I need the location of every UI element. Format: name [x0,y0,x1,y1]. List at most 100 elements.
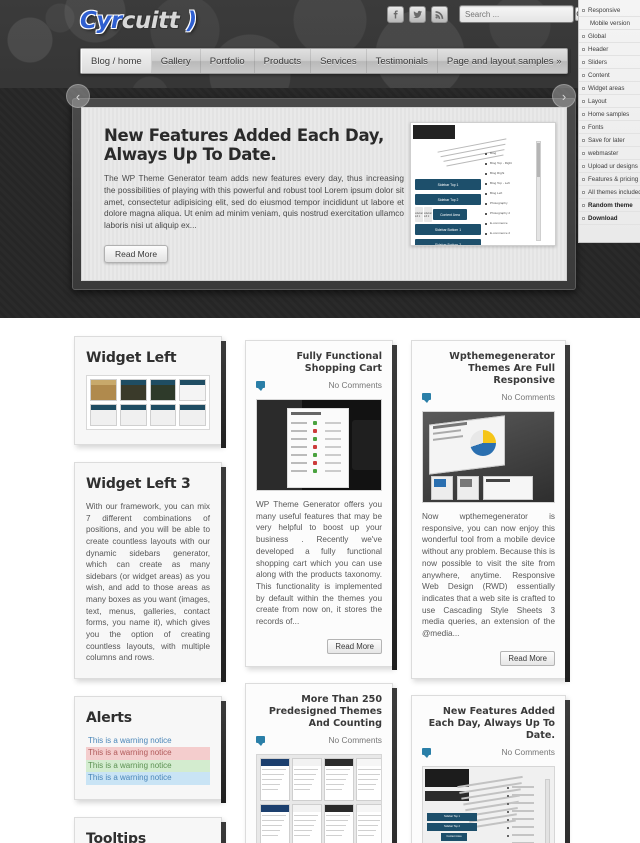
search-box[interactable] [459,5,586,23]
facebook-icon[interactable] [387,5,404,23]
sidebar-item-download[interactable]: Download [579,212,640,225]
sidebar-item-header[interactable]: Header [579,43,640,56]
expand-box-icon [582,190,585,194]
sidebar-item-mobile-version[interactable]: Mobile version [579,17,640,30]
mock-theme-line [358,783,376,786]
post-title[interactable]: Wpthemegenerator Themes Are Full Respons… [422,351,555,387]
mock-theme-line [326,788,342,791]
slider-prev-arrow[interactable]: ‹ [66,84,90,108]
thumbnail-item[interactable] [179,379,206,401]
post-title[interactable]: Fully Functional Shopping Cart [256,351,382,375]
sidebar-item-label: Save for later [588,136,625,144]
sidebar-item-global[interactable]: Global [579,30,640,43]
sidebar-item-label: Global [588,32,606,40]
sidebar-item-random-theme[interactable]: Random theme [579,199,640,212]
mock-menu-label [512,833,534,836]
sidebar-item-label: Fonts [588,123,604,131]
mock-theme-line [294,788,310,791]
sidebar-item-label: Sliders [588,58,607,66]
twitter-icon[interactable] [409,5,426,23]
mock-sidebar-tile: Sidebar Top 2 [415,194,481,205]
sidebar-item-layout[interactable]: Layout [579,95,640,108]
thumbnail-item[interactable] [119,379,147,401]
nav-item-page-and-layout-samples[interactable]: Page and layout samples » [438,49,572,73]
post-comment-count[interactable]: No Comments [328,380,382,390]
mock-menu-bullet [507,786,509,789]
thumbnail-item[interactable] [90,404,117,426]
rss-icon[interactable] [431,5,448,23]
mock-theme-header [325,804,353,812]
sidebar-item-features-pricing[interactable]: Features & pricing [579,173,640,186]
mock-device-1-icon [434,478,446,487]
sidebar-item-label: Random theme [588,201,633,209]
expand-box-icon [582,203,585,207]
mock-cart-row-label [291,429,307,432]
thumbnail-item[interactable] [90,379,117,401]
slide-title: New Features Added Each Day, Always Up T… [104,126,384,165]
right-post-column: Wpthemegenerator Themes Are Full Respons… [411,340,570,843]
post-thumbnail[interactable] [422,410,555,503]
mock-list-bullet [485,163,487,165]
mock-theme-line [294,829,312,832]
post-title[interactable]: New Features Added Each Day, Always Up T… [422,706,555,742]
post-title[interactable]: More Than 250 Predesigned Themes And Cou… [256,694,382,730]
slider-next-arrow[interactable]: › [552,84,576,108]
thumbnail-item[interactable] [119,404,147,426]
post-read-more-button[interactable]: Read More [327,638,382,654]
comment-bubble-icon [422,748,431,759]
widget-alerts: Alerts This is a warning notice This is a … [74,695,226,803]
sidebar-item-save-for-later[interactable]: Save for later [579,134,640,147]
mock-list-bullet [485,173,487,175]
mock-pie-chart [470,429,496,456]
slide-read-more-button[interactable]: Read More [104,244,169,263]
mock-theme-line [294,773,316,776]
post-excerpt: Now wpthemegenerator is responsive, you … [422,511,555,639]
thumbnail-body [180,385,205,400]
mock-cart-status-dot [313,460,317,465]
mock-theme-header [357,804,381,812]
nav-item-services[interactable]: Services [311,49,367,73]
featured-slider: New Features Added Each Day, Always Up T… [72,98,576,290]
sidebar-item-responsive[interactable]: Responsive [579,4,640,17]
post-comment-count[interactable]: No Comments [501,747,555,757]
post-read-more-button[interactable]: Read More [500,650,555,666]
site-logo[interactable]: Cyrcuitt ) [80,8,197,34]
sidebar-item-home-samples[interactable]: Home samples [579,108,640,121]
sidebar-item-label: Content [588,71,610,79]
thumbnail-item[interactable] [149,379,177,401]
sidebar-item-fonts[interactable]: Fonts [579,121,640,134]
mock-theme-line [358,814,381,817]
post-thumbnail[interactable]: Sidebar Top 1Sidebar Top 2Content AreaSi… [422,765,555,843]
sidebar-item-sliders[interactable]: Sliders [579,56,640,69]
mock-theme-line [358,788,374,791]
sidebar-item-upload-ur-designs[interactable]: Upload ur designs [579,160,640,173]
nav-item-gallery[interactable]: Gallery [152,49,201,73]
nav-item-blog-home[interactable]: Blog / home [81,49,152,73]
sidebar-item-widget-areas[interactable]: Widget areas [579,82,640,95]
nav-item-portfolio[interactable]: Portfolio [201,49,255,73]
mock-theme-line [262,819,284,822]
comment-bubble-icon [256,381,265,392]
nav-item-products[interactable]: Products [255,49,312,73]
thumbnail-body [91,385,116,400]
search-input[interactable] [465,9,575,19]
nav-item-testimonials[interactable]: Testimonials [367,49,438,73]
alert-notice: This is a warning notice [86,759,210,773]
post-thumbnail[interactable] [256,753,382,843]
post-comment-count[interactable]: No Comments [328,735,382,745]
post-comment-count[interactable]: No Comments [501,392,555,402]
sidebar-item-all-themes-included[interactable]: All themes included [579,186,640,199]
mock-theme-line [294,814,318,817]
thumbnail-item[interactable] [179,404,206,426]
sidebar-item-content[interactable]: Content [579,69,640,82]
mock-menu-label [512,817,534,820]
mock-menu-bullet [507,802,509,805]
mock-theme-line [326,778,346,781]
post-card: More Than 250 Predesigned Themes And Cou… [245,682,397,843]
comment-bubble-icon [422,393,431,404]
mock-layout-tile: Content Area [441,832,467,841]
thumbnail-item[interactable] [149,404,177,426]
sidebar-item-webmaster[interactable]: webmaster [579,147,640,160]
post-thumbnail[interactable] [256,398,382,491]
mock-list-label: Photography 2 [490,211,511,215]
